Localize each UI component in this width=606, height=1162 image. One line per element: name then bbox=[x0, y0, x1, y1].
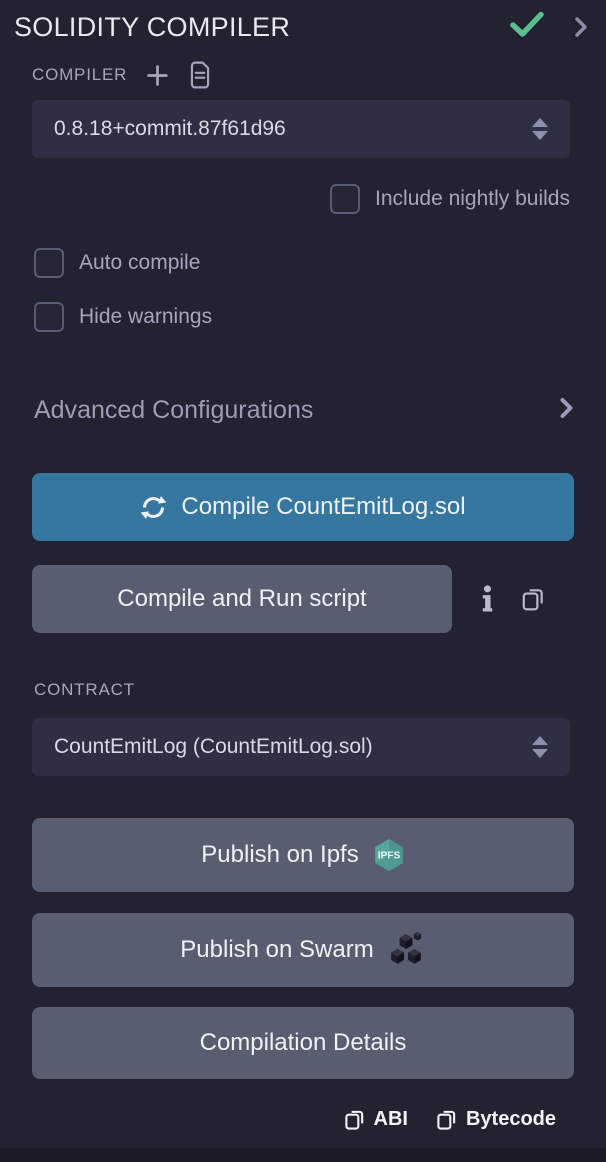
hide-warnings-label[interactable]: Hide warnings bbox=[79, 305, 212, 329]
compiler-section-header: COMPILER bbox=[32, 58, 212, 92]
select-carets-icon bbox=[532, 736, 548, 758]
publish-ipfs-label: Publish on Ipfs bbox=[201, 841, 358, 869]
compilation-details-button[interactable]: Compilation Details bbox=[32, 1007, 574, 1079]
ipfs-cube-icon: IPFS bbox=[373, 838, 405, 872]
bytecode-label: Bytecode bbox=[466, 1108, 556, 1131]
compile-and-run-button[interactable]: Compile and Run script bbox=[32, 565, 452, 633]
compile-and-run-label: Compile and Run script bbox=[117, 585, 366, 613]
include-nightly-label[interactable]: Include nightly builds bbox=[375, 187, 570, 211]
auto-compile-checkbox[interactable] bbox=[34, 248, 64, 278]
hide-warnings-row: Hide warnings bbox=[34, 302, 212, 332]
compile-button[interactable]: Compile CountEmitLog.sol bbox=[32, 473, 574, 541]
select-carets-icon bbox=[532, 118, 548, 140]
panel-bottom-strip bbox=[0, 1148, 606, 1162]
swarm-cubes-icon bbox=[388, 932, 426, 968]
contract-label: CONTRACT bbox=[34, 680, 135, 700]
include-nightly-row: Include nightly builds bbox=[330, 184, 570, 214]
refresh-icon bbox=[140, 494, 167, 521]
copy-artifacts-row: ABI Bytecode bbox=[344, 1108, 556, 1131]
ipfs-badge-text: IPFS bbox=[378, 851, 401, 862]
compile-success-checkmark-icon bbox=[510, 11, 544, 43]
page-title: SOLIDITY COMPILER bbox=[14, 12, 290, 43]
advanced-chevron-right-icon bbox=[559, 396, 574, 425]
copy-icon bbox=[436, 1108, 457, 1131]
advanced-configurations-label: Advanced Configurations bbox=[34, 396, 313, 425]
copy-bytecode-button[interactable]: Bytecode bbox=[436, 1108, 556, 1131]
contract-select[interactable]: CountEmitLog (CountEmitLog.sol) bbox=[32, 718, 570, 776]
copy-abi-button[interactable]: ABI bbox=[344, 1108, 408, 1131]
publish-swarm-label: Publish on Swarm bbox=[180, 936, 373, 964]
compiler-version-select[interactable]: 0.8.18+commit.87f61d96 bbox=[32, 100, 570, 158]
publish-swarm-button[interactable]: Publish on Swarm bbox=[32, 913, 574, 987]
advanced-configurations-toggle[interactable]: Advanced Configurations bbox=[34, 390, 574, 430]
panel-chevron-right-icon[interactable] bbox=[574, 15, 588, 39]
add-compiler-plus-icon[interactable] bbox=[145, 63, 170, 88]
auto-compile-row: Auto compile bbox=[34, 248, 200, 278]
compile-button-label: Compile CountEmitLog.sol bbox=[181, 493, 465, 521]
panel-header: SOLIDITY COMPILER bbox=[14, 8, 588, 46]
compiler-label: COMPILER bbox=[32, 65, 127, 85]
contract-selected-value: CountEmitLog (CountEmitLog.sol) bbox=[54, 735, 373, 759]
info-icon[interactable] bbox=[482, 585, 493, 613]
auto-compile-label[interactable]: Auto compile bbox=[79, 251, 200, 275]
abi-label: ABI bbox=[374, 1108, 408, 1131]
publish-ipfs-button[interactable]: Publish on Ipfs IPFS bbox=[32, 818, 574, 892]
copy-script-icon[interactable] bbox=[521, 586, 545, 612]
compilation-details-label: Compilation Details bbox=[200, 1029, 407, 1057]
compiler-version-value: 0.8.18+commit.87f61d96 bbox=[54, 117, 286, 141]
compile-and-run-row: Compile and Run script bbox=[32, 565, 545, 633]
copy-icon bbox=[344, 1108, 365, 1131]
include-nightly-checkbox[interactable] bbox=[330, 184, 360, 214]
compiler-docs-file-icon[interactable] bbox=[188, 61, 212, 89]
hide-warnings-checkbox[interactable] bbox=[34, 302, 64, 332]
